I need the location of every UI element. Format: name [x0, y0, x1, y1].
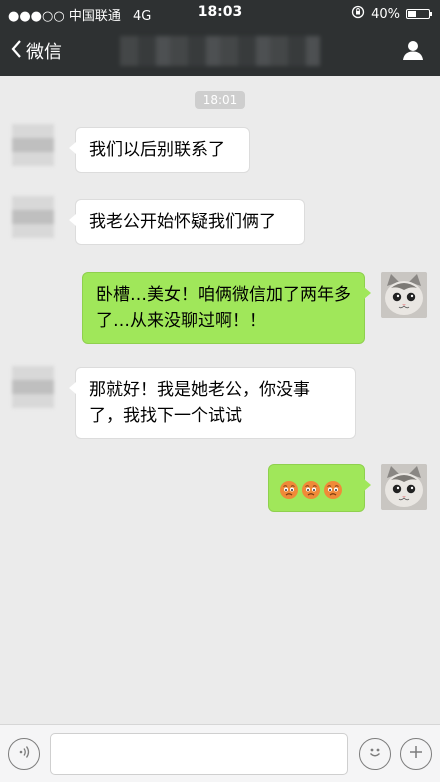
cat-avatar-icon [381, 464, 427, 510]
worried-face-icon [323, 480, 343, 500]
smiley-icon [365, 742, 385, 766]
person-icon [402, 41, 424, 65]
battery-percent: 40% [371, 6, 400, 22]
message-bubble[interactable]: 那就好！我是她老公，你没事了，我找下一个试试 [69, 367, 356, 439]
back-button[interactable]: 微信 [10, 38, 62, 64]
voice-button[interactable] [8, 738, 40, 770]
rotation-lock-icon [351, 5, 365, 23]
back-label: 微信 [26, 42, 62, 63]
input-bar [0, 724, 440, 782]
worried-face-icon [301, 480, 321, 500]
message-bubble[interactable]: 我们以后别联系了 [69, 127, 250, 173]
avatar[interactable] [12, 124, 54, 166]
message-text: 我老公开始怀疑我们俩了 [89, 212, 276, 232]
emoji-button[interactable] [359, 738, 391, 770]
worried-face-icon [279, 480, 299, 500]
message-bubble[interactable] [268, 464, 371, 512]
message-bubble[interactable]: 卧槽…美女！咱俩微信加了两年多了…从来没聊过啊！！ [82, 272, 371, 344]
more-button[interactable] [400, 738, 432, 770]
chat-title-redacted [120, 36, 320, 66]
message-text: 卧槽…美女！咱俩微信加了两年多了…从来没聊过啊！！ [96, 285, 351, 331]
status-right: 40% [351, 5, 432, 23]
avatar[interactable] [381, 272, 427, 318]
message-text: 那就好！我是她老公，你没事了，我找下一个试试 [89, 380, 310, 426]
chevron-left-icon [10, 39, 22, 64]
nav-bar: 微信 [0, 26, 440, 76]
message-bubble[interactable]: 我老公开始怀疑我们俩了 [69, 199, 305, 245]
chat-timestamp: 18:01 [0, 89, 440, 109]
battery-icon [406, 9, 432, 19]
status-bar: ●●●○○ 中国联通 4G 18:03 40% [0, 0, 440, 26]
message-text: 我们以后别联系了 [89, 140, 225, 160]
avatar[interactable] [12, 196, 54, 238]
profile-button[interactable] [402, 39, 424, 65]
avatar[interactable] [381, 464, 427, 510]
plus-icon [408, 744, 424, 764]
timestamp-label: 18:01 [194, 91, 246, 109]
message-input[interactable] [50, 733, 348, 775]
avatar[interactable] [12, 366, 54, 408]
cat-avatar-icon [381, 272, 427, 318]
voice-icon [16, 744, 32, 764]
